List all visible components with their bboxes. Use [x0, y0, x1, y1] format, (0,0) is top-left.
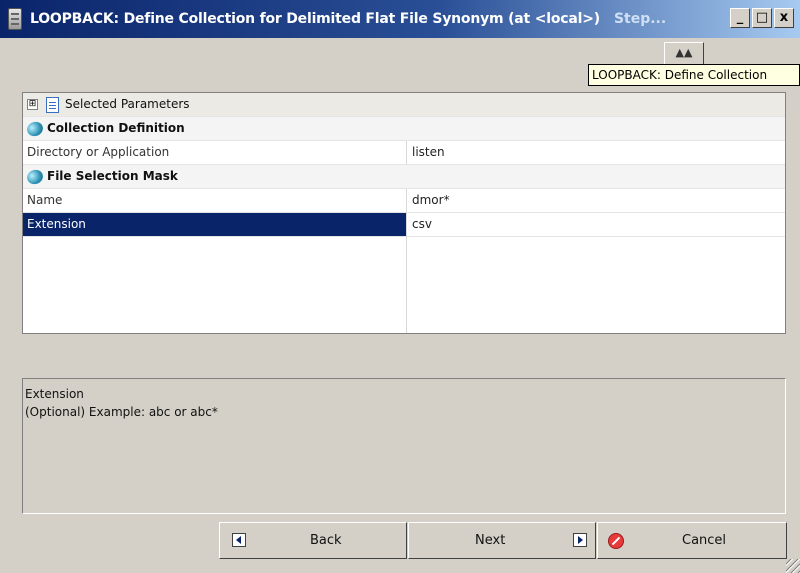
property-row-name[interactable]: Name dmor* — [23, 189, 785, 213]
close-button[interactable]: x — [774, 8, 794, 28]
property-value[interactable]: csv — [406, 213, 785, 236]
window-controls: _ □ x — [730, 8, 794, 28]
next-button-label: Next — [475, 533, 506, 548]
property-name: Extension — [23, 213, 406, 236]
property-value[interactable]: dmor* — [406, 189, 785, 212]
next-button[interactable]: Next — [408, 522, 596, 559]
section-title: Collection Definition — [25, 117, 185, 140]
description-title: Extension — [25, 387, 84, 401]
section-title: File Selection Mask — [25, 165, 178, 188]
selected-parameters-header[interactable]: ⊞ Selected Parameters — [23, 93, 785, 117]
property-value[interactable]: listen — [406, 141, 785, 164]
back-button-label: Back — [310, 533, 342, 548]
section-icon — [25, 119, 45, 138]
title-bar[interactable]: LOOPBACK: Define Collection for Delimite… — [0, 0, 800, 38]
tooltip: LOOPBACK: Define Collection — [588, 64, 800, 86]
section-collection-definition: Collection Definition — [23, 117, 785, 141]
property-name: Directory or Application — [27, 145, 170, 159]
cancel-button[interactable]: Cancel — [597, 522, 787, 559]
property-row-extension[interactable]: Extension csv — [23, 213, 785, 237]
section-label: File Selection Mask — [47, 169, 178, 183]
expand-icon[interactable]: ⊞ — [27, 99, 38, 110]
maximize-button[interactable]: □ — [752, 8, 772, 28]
section-file-selection-mask: File Selection Mask — [23, 165, 785, 189]
window-title: LOOPBACK: Define Collection for Delimite… — [30, 11, 600, 27]
description-text: (Optional) Example: abc or abc* — [25, 405, 218, 419]
button-bar: Back Next Cancel — [0, 522, 800, 559]
section-label: Collection Definition — [47, 121, 185, 135]
cancel-icon — [608, 533, 624, 549]
selected-parameters-title: ⊞ Selected Parameters — [27, 93, 190, 116]
parameters-grid: ⊞ Selected Parameters Collection Definit… — [22, 92, 786, 334]
resize-grip[interactable] — [786, 559, 800, 573]
selected-parameters-label: Selected Parameters — [65, 97, 190, 111]
app-icon — [8, 8, 22, 30]
section-icon — [25, 167, 45, 186]
document-icon — [46, 96, 59, 113]
help-button[interactable]: ▲▲ — [664, 42, 704, 66]
column-divider — [406, 236, 407, 333]
property-name: Name — [27, 193, 63, 207]
minimize-button[interactable]: _ — [730, 8, 750, 28]
next-arrow-icon — [573, 533, 587, 547]
back-button[interactable]: Back — [219, 522, 407, 559]
property-row-directory[interactable]: Directory or Application listen — [23, 141, 785, 165]
cancel-button-label: Cancel — [682, 533, 727, 548]
window-title-suffix: Step... — [613, 11, 667, 27]
description-panel: Extension (Optional) Example: abc or abc… — [22, 378, 786, 514]
back-arrow-icon — [232, 533, 246, 547]
